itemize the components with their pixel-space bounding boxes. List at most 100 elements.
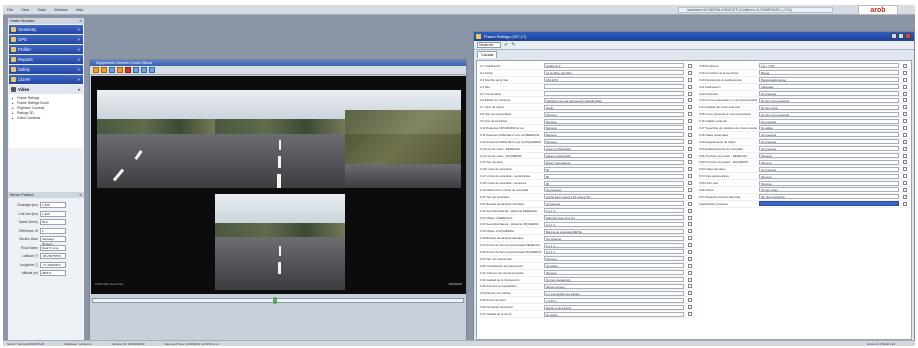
rating-value-field[interactable]: Rural / Área abierta (544, 159, 684, 165)
rating-checkbox[interactable] (903, 132, 907, 137)
rating-value-field[interactable]: Ninguna (544, 139, 684, 145)
rating-checkbox[interactable] (688, 256, 692, 261)
rating-checkbox[interactable] (903, 77, 907, 82)
rating-checkbox[interactable] (688, 167, 692, 172)
rating-value-field[interactable]: No hay cruce (759, 104, 899, 110)
rating-value-field[interactable]: No presente (759, 146, 899, 152)
rating-value-field[interactable]: 80 (544, 166, 684, 172)
edit-icon[interactable]: ✎ (511, 42, 515, 48)
rating-checkbox[interactable] (688, 263, 692, 268)
rating-value-field[interactable] (544, 84, 684, 90)
rating-checkbox[interactable] (688, 194, 692, 199)
close-icon[interactable] (905, 33, 911, 39)
rating-value-field[interactable]: No hay cruce peatonal (759, 111, 899, 117)
rating-checkbox[interactable] (688, 77, 692, 82)
rating-checkbox[interactable] (903, 187, 907, 192)
rating-value-field[interactable]: Ningún acceso (544, 283, 684, 289)
camera-center-view[interactable] (215, 90, 345, 188)
rating-checkbox[interactable] (688, 208, 692, 213)
snapshot-icon[interactable] (117, 67, 123, 73)
rating-checkbox[interactable] (903, 70, 907, 75)
rating-checkbox[interactable] (688, 291, 692, 296)
rating-checkbox[interactable] (903, 84, 907, 89)
module-gps[interactable]: GPS » (9, 35, 83, 44)
rating-value-field[interactable]: Recta o curva ligera (544, 304, 684, 310)
rating-value-field[interactable]: Área no urbanizada (544, 153, 684, 159)
rating-value-field[interactable]: No aplica (544, 263, 684, 269)
rating-value-field[interactable]: Calzada 2 de una carretera de calzada do… (544, 97, 684, 103)
rating-checkbox[interactable] (688, 132, 692, 137)
rating-checkbox[interactable] (903, 174, 907, 179)
rating-value-field[interactable]: No presente (759, 91, 899, 96)
rating-checkbox[interactable] (688, 63, 692, 68)
rating-checkbox[interactable] (903, 160, 907, 165)
rating-checkbox[interactable] (903, 181, 907, 186)
menu-tools[interactable]: Tools (33, 8, 50, 12)
rating-value-field[interactable]: Ninguna (544, 256, 684, 262)
rating-value-field[interactable]: Área no urbanizada (544, 146, 684, 152)
rating-value-field[interactable] (544, 91, 684, 96)
rating-checkbox[interactable] (903, 112, 907, 117)
maximize-icon[interactable] (898, 33, 904, 39)
rating-value-field[interactable]: Ninguna (759, 173, 899, 179)
rating-checkbox[interactable] (903, 125, 907, 130)
rating-checkbox[interactable] (903, 105, 907, 110)
forward-icon[interactable] (149, 67, 155, 73)
menu-view[interactable]: View (17, 8, 33, 12)
layout-icon[interactable] (109, 67, 115, 73)
rating-value-field[interactable]: No presente (759, 118, 899, 124)
rating-value-field[interactable]: No aplica (759, 125, 899, 131)
rating-value-field[interactable]: 2 o una carriles por sentido (544, 290, 684, 296)
rating-value-field[interactable]: Ninguna (544, 270, 684, 276)
rating-value-field[interactable]: No aplica (544, 311, 684, 317)
rating-value-field[interactable]: Talud de corte 1V a 7H (544, 215, 684, 221)
rating-value-field[interactable]: 0 a 1 m (544, 221, 684, 227)
rating-value-field[interactable]: ≥ 3.25 m (544, 297, 684, 303)
rating-checkbox[interactable] (688, 125, 692, 130)
rating-value-field[interactable]: Si presente (544, 201, 684, 207)
rating-checkbox[interactable] (688, 305, 692, 310)
rating-value-field[interactable]: 0 a 1 m (544, 208, 684, 214)
rating-checkbox[interactable] (688, 174, 692, 179)
rating-value-field[interactable]: 80 (544, 173, 684, 179)
rating-checkbox[interactable] (903, 119, 907, 124)
rating-value-field[interactable]: 180-1470 (544, 77, 684, 83)
module-geometry[interactable]: Geometry » (9, 25, 83, 34)
rating-checkbox[interactable] (903, 146, 907, 151)
rating-value-field[interactable]: Ninguna (759, 180, 899, 186)
rating-value-field[interactable]: 80 (544, 180, 684, 186)
rating-value-field[interactable]: Medio (544, 104, 684, 110)
camera-left-view[interactable] (97, 90, 215, 188)
rating-value-field[interactable]: 0 a 1 m (544, 242, 684, 248)
tab-calzada[interactable]: Calzada (477, 51, 498, 58)
rating-checkbox[interactable] (688, 277, 692, 282)
rating-checkbox[interactable] (903, 201, 907, 206)
rating-checkbox[interactable] (903, 167, 907, 172)
pin-icon[interactable]: ✕ (79, 18, 82, 24)
module-safety[interactable]: Safety » (9, 65, 83, 74)
rating-value-field[interactable]: Ninguna (544, 118, 684, 124)
rating-value-field[interactable]: Ninguna (544, 111, 684, 117)
menu-file[interactable]: File (3, 8, 17, 12)
rating-checkbox[interactable] (688, 243, 692, 248)
rating-checkbox[interactable] (903, 194, 907, 199)
rating-checkbox[interactable] (903, 63, 907, 68)
rating-checkbox[interactable] (688, 153, 692, 158)
camera-rear-view[interactable] (215, 194, 345, 290)
rating-value-field[interactable]: No presente (759, 139, 899, 145)
mode-dropdown[interactable]: Desarrollo (477, 42, 501, 48)
rating-checkbox[interactable] (688, 91, 692, 96)
module-profiler[interactable]: Profiler » (9, 45, 83, 54)
rating-checkbox[interactable] (688, 222, 692, 227)
rating-checkbox[interactable] (903, 98, 907, 103)
rating-checkbox[interactable] (688, 70, 692, 75)
rating-value-field[interactable]: Buena (759, 70, 899, 76)
open-icon[interactable] (93, 67, 99, 73)
rating-checkbox[interactable] (688, 112, 692, 117)
rating-value-field[interactable]: Adecuado (759, 84, 899, 90)
rating-checkbox[interactable] (688, 98, 692, 103)
rating-value-field[interactable]: Guillermo P (544, 63, 684, 69)
rating-value-field[interactable]: No presente (759, 166, 899, 172)
rating-value-field[interactable]: 0 a < 7.5% (759, 63, 899, 69)
rating-checkbox[interactable] (688, 181, 692, 186)
